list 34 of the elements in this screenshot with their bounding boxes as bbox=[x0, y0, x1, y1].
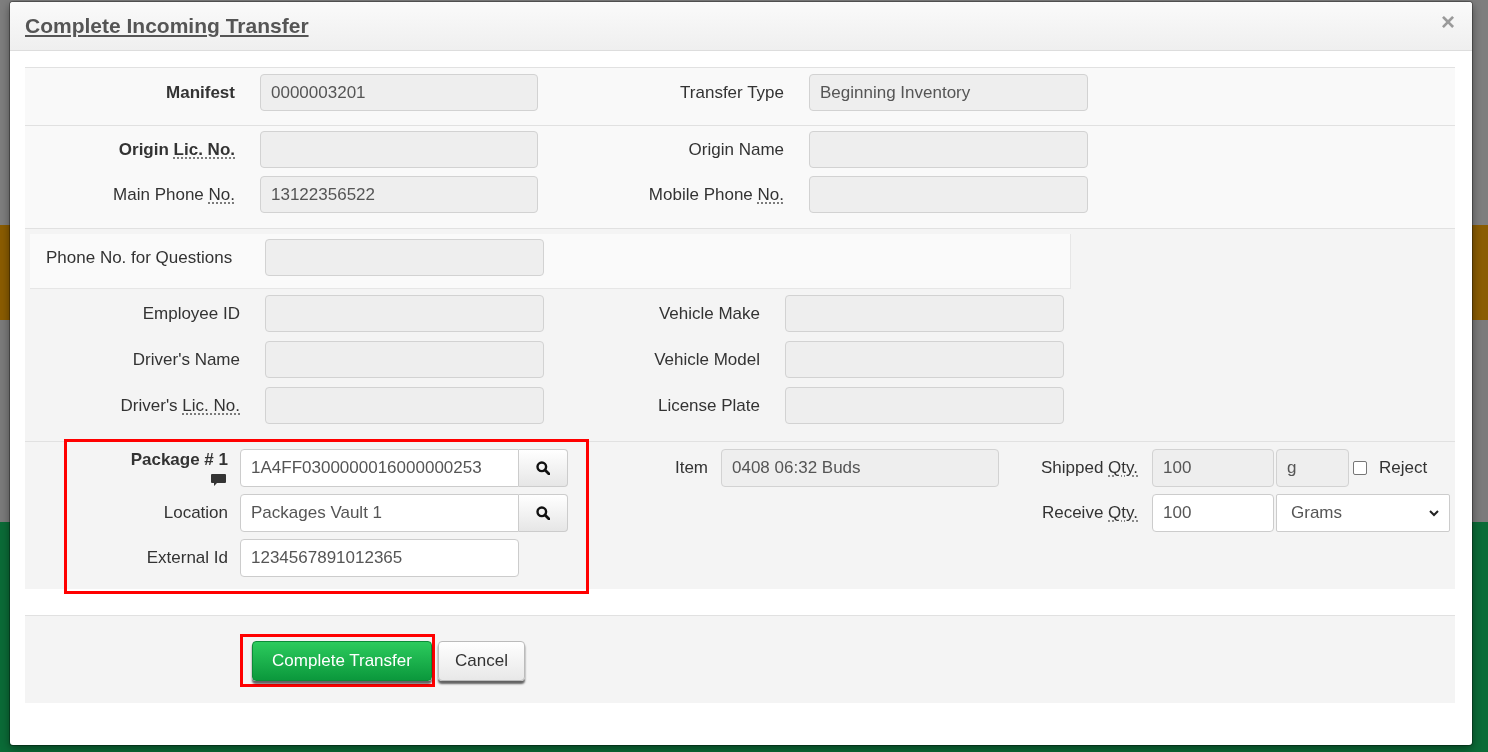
field-label: Location bbox=[163, 503, 228, 523]
field-label: Vehicle Make bbox=[657, 303, 761, 324]
field-label: Shipped Qty. bbox=[1039, 458, 1139, 478]
caret-icon bbox=[1429, 509, 1439, 517]
field-label: Employee ID bbox=[141, 303, 241, 324]
field-label: License Plate bbox=[656, 395, 761, 416]
checkbox[interactable] bbox=[1353, 461, 1367, 475]
dialog-title: Complete Incoming Transfer bbox=[25, 14, 309, 38]
field-label: Origin Lic. No. bbox=[117, 139, 236, 160]
field-label: Main Phone No. bbox=[112, 184, 236, 205]
input-field[interactable]: 1A4FF0300000016000000253 bbox=[240, 449, 519, 487]
field-label: Package # 1 bbox=[130, 450, 228, 470]
input-field[interactable]: 1234567891012365 bbox=[240, 539, 519, 577]
field-label: Item bbox=[673, 458, 709, 478]
comment-icon bbox=[211, 474, 226, 486]
field-label: Vehicle Model bbox=[653, 349, 761, 370]
cancel-button[interactable]: Cancel bbox=[438, 640, 525, 681]
field-label: Phone No. for Questions bbox=[45, 247, 234, 268]
unit-select[interactable]: Grams bbox=[1276, 494, 1450, 532]
field-label: Driver's Lic. No. bbox=[119, 395, 241, 416]
search-icon bbox=[536, 461, 550, 475]
search-button[interactable] bbox=[519, 494, 568, 532]
field-label: Origin Name bbox=[687, 139, 785, 160]
checkbox-label[interactable]: Reject bbox=[1379, 458, 1428, 478]
field-label: External Id bbox=[146, 548, 228, 568]
field-label: Receive Qty. bbox=[1040, 503, 1139, 523]
field-label: Manifest bbox=[165, 82, 236, 103]
search-icon bbox=[536, 506, 550, 520]
input-field[interactable]: Packages Vault 1 bbox=[240, 494, 519, 532]
field-label: Mobile Phone No. bbox=[647, 184, 785, 205]
field-label: Transfer Type bbox=[679, 82, 785, 103]
search-button[interactable] bbox=[519, 449, 568, 487]
field-label: Driver's Name bbox=[131, 349, 241, 370]
input-field[interactable]: 100 bbox=[1152, 494, 1274, 532]
